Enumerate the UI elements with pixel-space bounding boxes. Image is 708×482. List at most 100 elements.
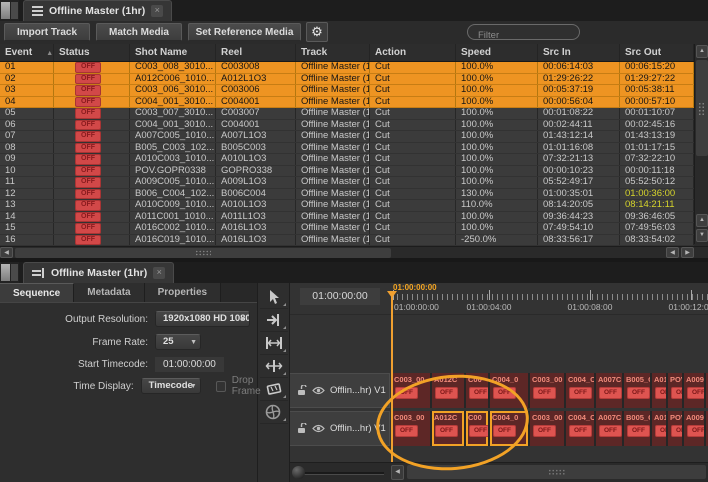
timeline-clip[interactable]: A007C OFF (596, 373, 624, 408)
table-row[interactable]: 04 OFF C004_001_3010... C004001 Offline … (0, 97, 694, 109)
table-row[interactable]: 01 OFF C003_008_3010... C003008 Offline … (0, 62, 694, 74)
table-row[interactable]: 12 OFF B006_C004_102... B006C004 Offline… (0, 189, 694, 201)
timeline-clip[interactable]: B005_C OFF (624, 373, 652, 408)
table-row[interactable]: 03 OFF C003_006_3010... C003006 Offline … (0, 85, 694, 97)
table-row[interactable]: 08 OFF B005_C003_102... B005C003 Offline… (0, 143, 694, 155)
close-icon[interactable]: × (151, 5, 163, 17)
trim-tool-icon[interactable] (260, 332, 288, 355)
time-display-dropdown[interactable]: Timecode ▼ (141, 378, 201, 394)
zoom-slider-knob[interactable] (292, 466, 305, 479)
column-header-status[interactable]: Status (54, 44, 130, 61)
cell-event: 01 (0, 62, 54, 73)
scroll-left-icon[interactable]: ◀ (0, 247, 13, 258)
horizontal-scroll-thumb[interactable] (15, 248, 391, 258)
table-row[interactable]: 14 OFF A011C001_1010... A011L1O3 Offline… (0, 212, 694, 224)
scroll-up-icon-2[interactable]: ▲ (696, 214, 708, 227)
frame-rate-dropdown[interactable]: 25 ▼ (155, 334, 201, 350)
tab-sequence[interactable]: Sequence (0, 283, 74, 302)
playhead-marker-icon[interactable] (387, 291, 397, 298)
cell-action: Cut (370, 85, 456, 96)
timeline-clip[interactable]: A012C OFF (432, 411, 466, 446)
eye-icon[interactable] (312, 424, 325, 433)
track-header-v1[interactable]: Offlin...hr) V1 (290, 373, 390, 408)
gear-icon[interactable]: ⚙ (306, 22, 328, 42)
status-badge: OFF (75, 223, 101, 234)
table-row[interactable]: 06 OFF C004_001_3010... C004001 Offline … (0, 120, 694, 132)
razor-tool-icon[interactable] (260, 378, 288, 401)
timeline-zoom-slider[interactable] (298, 472, 384, 475)
table-row[interactable]: 15 OFF A016C002_1010... A016L1O3 Offline… (0, 223, 694, 235)
scroll-up-icon[interactable]: ▲ (696, 45, 708, 58)
match-media-button[interactable]: Match Media (96, 23, 182, 41)
drop-frame-checkbox[interactable] (216, 381, 226, 392)
tab-offline-master-top[interactable]: Offline Master (1hr) × (23, 0, 172, 21)
scroll-left-icon-2[interactable]: ◀ (666, 247, 679, 258)
current-timecode: 01:00:00:00 (300, 288, 380, 305)
tab-metadata[interactable]: Metadata (74, 283, 144, 302)
timeline-clip[interactable]: C003_00 OFF (392, 411, 432, 446)
table-row[interactable]: 09 OFF A010C003_1010... A010L1O3 Offline… (0, 154, 694, 166)
column-header-src-out[interactable]: Src Out (620, 44, 694, 61)
column-header-event[interactable]: Event▲ (0, 44, 54, 61)
timeline-clip[interactable]: A007C OFF (596, 411, 624, 446)
tab-properties[interactable]: Properties (145, 283, 221, 302)
timeline-clip[interactable]: POV OFF (668, 373, 684, 408)
output-resolution-dropdown[interactable]: 1920x1080 HD 1080 ▼ (155, 311, 250, 327)
set-reference-media-button[interactable]: Set Reference Media (188, 23, 301, 41)
timeline-clip[interactable]: C004_0 OFF (490, 373, 530, 408)
table-row[interactable]: 10 OFF POV.GOPR0338 GOPRO338 Offline Mas… (0, 166, 694, 178)
insert-tool-icon[interactable] (260, 309, 288, 332)
column-header-src-in[interactable]: Src In (538, 44, 620, 61)
timeline-clip[interactable]: A010 OFF (652, 373, 668, 408)
panel-corner-widget[interactable] (0, 0, 19, 21)
import-track-button[interactable]: Import Track (4, 23, 90, 41)
scroll-down-icon[interactable]: ▼ (696, 229, 708, 242)
timeline-clip[interactable]: C003_00 OFF (530, 411, 566, 446)
timeline-clip[interactable]: C004_C OFF (566, 411, 596, 446)
timeline-bottom-bar: ◀ (290, 462, 708, 482)
timeline-clip[interactable]: POV OFF (668, 411, 684, 446)
timeline-clip[interactable]: A010 OFF (652, 411, 668, 446)
column-header-action[interactable]: Action (370, 44, 456, 61)
table-row[interactable]: 13 OFF A010C009_1010... A010L1O3 Offline… (0, 200, 694, 212)
column-header-shot-name[interactable]: Shot Name (130, 44, 216, 61)
timeline-clip[interactable]: C00 OFF (466, 411, 490, 446)
column-header-reel[interactable]: Reel (216, 44, 296, 61)
lock-open-icon[interactable] (297, 385, 307, 396)
table-row[interactable]: 11 OFF A009C005_1010... A009L1O3 Offline… (0, 177, 694, 189)
timeline-clip[interactable]: C004_C OFF (566, 373, 596, 408)
table-row[interactable]: 02 OFF A012C006_1010... A012L1O3 Offline… (0, 74, 694, 86)
slide-tool-icon[interactable] (260, 355, 288, 378)
table-row[interactable]: 07 OFF A007C005_1010... A007L1O3 Offline… (0, 131, 694, 143)
track-header-v1b[interactable]: Offlin...hr) V1 (290, 411, 390, 446)
timeline-clip[interactable]: C00 OFF (466, 373, 490, 408)
filter-input[interactable] (468, 29, 579, 43)
timeline-clip[interactable]: A009 OFF (684, 373, 706, 408)
table-row[interactable]: 05 OFF C003_007_3010... C003007 Offline … (0, 108, 694, 120)
timeline-clip[interactable]: C003_00 OFF (530, 373, 566, 408)
timeline-ruler[interactable]: 01:00:00:0001:00:04:0001:00:08:0001:00:1… (392, 283, 708, 314)
pointer-tool-icon[interactable] (260, 286, 288, 309)
timeline-clip[interactable]: A009 OFF (684, 411, 706, 446)
close-icon[interactable]: × (153, 267, 165, 279)
timeline-clip[interactable]: C004_0 OFF (490, 411, 530, 446)
timeline-clip[interactable]: B005_C OFF (624, 411, 652, 446)
lock-open-icon[interactable] (297, 423, 307, 434)
scroll-right-icon[interactable]: ▶ (681, 247, 694, 258)
timeline-scroll-thumb[interactable] (407, 465, 706, 479)
cell-src-out: 07:49:56:03 (620, 223, 694, 234)
column-header-speed[interactable]: Speed (456, 44, 538, 61)
eye-icon[interactable] (312, 386, 325, 395)
timewarp-tool-icon[interactable] (260, 401, 288, 424)
panel-corner-widget-2[interactable] (0, 262, 19, 283)
table-row[interactable]: 16 OFF A016C019_1010... A016L1O3 Offline… (0, 235, 694, 247)
vertical-scroll-thumb[interactable] (696, 60, 708, 156)
cell-speed: 100.0% (456, 97, 538, 108)
scroll-left-icon[interactable]: ◀ (391, 465, 404, 480)
filter-field[interactable] (467, 24, 580, 40)
playhead[interactable] (391, 291, 393, 462)
timeline-clip[interactable]: A012C OFF (432, 373, 466, 408)
column-header-track[interactable]: Track (296, 44, 370, 61)
tab-offline-master-bottom[interactable]: Offline Master (1hr) × (23, 262, 174, 283)
timeline-clip[interactable]: C003_00 OFF (392, 373, 432, 408)
